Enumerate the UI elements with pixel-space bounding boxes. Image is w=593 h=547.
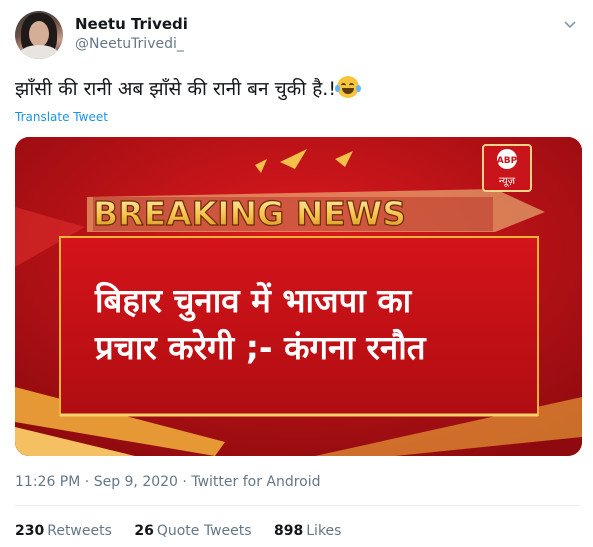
tweet-header: Neetu Trivedi @NeetuTrivedi_ [15,8,580,60]
avatar[interactable] [15,11,63,59]
channel-logo-text: ABP [497,156,518,166]
breaking-news-banner: BREAKING NEWS [93,194,406,233]
tweet-time[interactable]: 11:26 PM [15,474,80,490]
headline-line-2: प्रचार करेगी ;- कंगना रनौत [94,328,427,367]
author-handle[interactable]: @NeetuTrivedi_ [75,36,184,52]
quotes-count: 26 [134,523,154,539]
divider [15,505,580,506]
tweet-text: झाँसी की रानी अब झाँसे की रानी बन चुकी ह… [15,76,361,102]
tweet-metadata: 11:26 PM · Sep 9, 2020 · Twitter for And… [15,474,321,490]
breaking-news-graphic: BREAKING NEWS ABP न्यूज़ बिहार चुनाव में… [15,137,582,456]
separator: · [182,474,187,490]
retweets-label: Retweets [47,523,112,539]
author-name[interactable]: Neetu Trivedi [75,15,188,33]
tweet-text-content: झाँसी की रानी अब झाँसे की रानी बन चुकी ह… [15,78,336,100]
channel-logo-sub: न्यूज़ [499,176,516,187]
likes-label: Likes [306,523,342,539]
tweet-date[interactable]: Sep 9, 2020 [94,474,178,490]
tweet-stats: 230 Retweets 26 Quote Tweets 898 Likes [15,523,359,539]
chevron-down-icon[interactable] [562,16,578,32]
translate-tweet-link[interactable]: Translate Tweet [15,110,108,124]
likes-count: 898 [274,523,304,539]
tweet-media-image[interactable]: BREAKING NEWS ABP न्यूज़ बिहार चुनाव में… [15,137,582,456]
likes-stat[interactable]: 898 Likes [274,523,341,539]
separator: · [84,474,90,490]
avatar-face [29,21,49,47]
headline-board [59,236,539,416]
face-with-tears-of-joy-icon [334,76,361,98]
quote-tweets-stat[interactable]: 26 Quote Tweets [134,523,251,539]
avatar-shirt [19,45,59,59]
quotes-label: Quote Tweets [156,523,252,539]
retweets-count: 230 [15,523,45,539]
headline-line-1: बिहार चुनाव में भाजपा का [94,281,413,322]
channel-logo: ABP न्यूज़ [482,144,532,192]
tweet-source[interactable]: Twitter for Android [191,474,320,490]
retweets-stat[interactable]: 230 Retweets [15,523,112,539]
